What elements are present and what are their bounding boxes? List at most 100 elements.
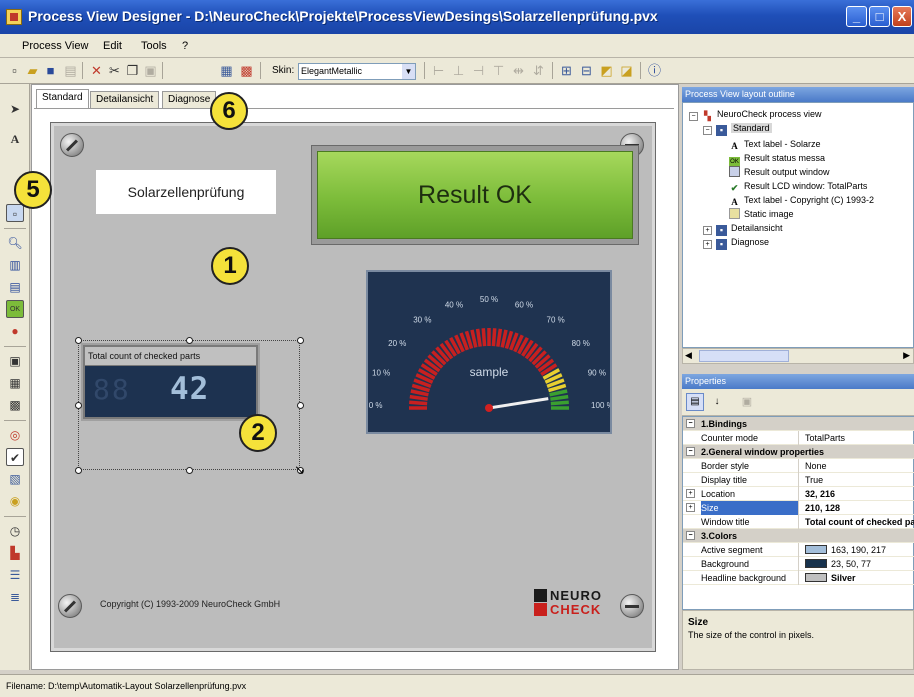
new-icon[interactable]: ▫ [6, 62, 23, 79]
scroll-left-icon[interactable]: ◀ [685, 350, 692, 361]
close-button[interactable]: X [892, 6, 912, 27]
property-value[interactable]: None [805, 459, 914, 473]
property-row[interactable]: Border style None [683, 459, 914, 473]
pointer-tool-icon[interactable]: ➤ [6, 100, 24, 118]
center-h-icon[interactable]: ⇹ [510, 62, 527, 79]
output-window-tool-icon[interactable]: ▧ [6, 470, 24, 488]
menu-help[interactable]: ? [182, 40, 188, 52]
expand-icon[interactable]: + [686, 503, 695, 512]
sort-alphabetical-icon[interactable]: ↓ [708, 393, 726, 411]
tree-item[interactable]: A Text label - Solarze [729, 137, 820, 151]
expand-icon[interactable]: + [686, 489, 695, 498]
copy-icon[interactable]: ❐ [124, 62, 141, 79]
neurocheck-logo[interactable]: NEURO CHECK [534, 588, 601, 618]
text-label-widget[interactable]: Solarzellenprüfung [96, 170, 276, 214]
tree-page-standard[interactable]: − ▪ Standard [703, 121, 772, 136]
print-icon[interactable]: ▤ [62, 62, 79, 79]
tree-page-detailansicht[interactable]: + ▪ Detailansicht [703, 221, 783, 236]
property-row[interactable]: + Location 32, 216 [683, 487, 914, 501]
property-category[interactable]: −3.Colors [683, 529, 914, 543]
property-value[interactable]: Total count of checked parts [805, 515, 914, 529]
stack-tool-icon[interactable]: ≣ [6, 588, 24, 606]
tree-item[interactable]: OK Result status messa [729, 151, 825, 168]
property-row[interactable]: Background 23, 50, 77 [683, 557, 914, 571]
result-status-tool-icon[interactable]: OK [6, 300, 24, 318]
paste-icon[interactable]: ▣ [142, 62, 159, 79]
chart-tool-icon[interactable]: ▤ [6, 278, 24, 296]
tree-item[interactable]: A Text label - Copyright (C) 1993-2 [729, 193, 874, 207]
categorized-icon[interactable]: ▤ [686, 393, 704, 411]
same-width-icon[interactable]: ⊞ [558, 62, 575, 79]
property-category[interactable]: −1.Bindings [683, 417, 914, 431]
tree-item[interactable]: ✔ Result LCD window: TotalParts [729, 179, 868, 193]
resize-handle[interactable] [297, 337, 304, 344]
align-top-icon[interactable]: ⊤ [490, 62, 507, 79]
minimize-button[interactable]: _ [846, 6, 867, 27]
property-value[interactable]: 163, 190, 217 [805, 543, 914, 557]
tab-standard[interactable]: Standard [36, 89, 89, 109]
clock-tool-icon[interactable]: ◷ [6, 522, 24, 540]
resize-handle[interactable] [186, 337, 193, 344]
property-row[interactable]: Headline background Silver [683, 571, 914, 585]
list-tool-icon[interactable]: ▦ [6, 374, 24, 392]
collapse-icon[interactable]: − [689, 112, 698, 121]
lcd-tool-icon[interactable]: ✔ [6, 448, 24, 466]
tree-root[interactable]: − ▚ NeuroCheck process view [689, 107, 822, 121]
menu-tools[interactable]: Tools [141, 40, 167, 52]
maximize-button[interactable]: □ [869, 6, 890, 27]
property-row[interactable]: Active segment 163, 190, 217 [683, 543, 914, 557]
window-tool-icon[interactable]: ▣ [6, 352, 24, 370]
histogram-tool-icon[interactable]: ▥ [6, 256, 24, 274]
center-v-icon[interactable]: ⇵ [530, 62, 547, 79]
tree-page-diagnose[interactable]: + ▪ Diagnose [703, 235, 769, 250]
property-category[interactable]: −2.General window properties [683, 445, 914, 459]
resize-handle[interactable] [75, 337, 82, 344]
barcode-tool-icon[interactable]: ▙ [6, 544, 24, 562]
align-right-icon[interactable]: ⊣ [470, 62, 487, 79]
text-tool-icon[interactable]: A [6, 130, 24, 148]
expand-icon[interactable]: + [703, 240, 712, 249]
stop-icon[interactable]: ▩ [238, 62, 255, 79]
expand-icon[interactable]: + [703, 226, 712, 235]
resize-handle[interactable] [297, 402, 304, 409]
same-height-icon[interactable]: ⊟ [578, 62, 595, 79]
result-status-widget[interactable]: Result OK [317, 151, 633, 239]
preview-icon[interactable]: ▦ [218, 62, 235, 79]
resize-handle[interactable] [75, 402, 82, 409]
property-pages-icon[interactable]: ▣ [738, 393, 756, 411]
menu-edit[interactable]: Edit [103, 40, 122, 52]
delete-icon[interactable]: ✕ [88, 62, 105, 79]
save-icon[interactable]: ■ [42, 62, 59, 79]
skin-select[interactable]: ElegantMetallic ▼ [298, 63, 416, 80]
tree-item[interactable]: Result output window [729, 165, 830, 179]
tab-detailansicht[interactable]: Detailansicht [90, 91, 160, 108]
scroll-right-icon[interactable]: ▶ [903, 350, 910, 361]
led-tool-icon[interactable]: ● [6, 322, 24, 340]
property-row[interactable]: Window title Total count of checked parts [683, 515, 914, 529]
property-row[interactable]: Display title True [683, 473, 914, 487]
collapse-icon[interactable]: − [703, 126, 712, 135]
property-value[interactable]: 23, 50, 77 [805, 557, 914, 571]
property-row[interactable]: + Size 210, 128 [683, 501, 914, 515]
property-value[interactable]: 210, 128 [805, 501, 914, 515]
collapse-icon[interactable]: − [686, 531, 695, 540]
gauge-widget[interactable]: 0 % 10 % 20 % 30 % 40 % 50 % 60 % 70 % 80 % 90 % 1… [366, 270, 612, 434]
property-row[interactable]: Counter mode TotalParts [683, 431, 914, 445]
align-left-icon[interactable]: ⊢ [430, 62, 447, 79]
property-value[interactable]: 32, 216 [805, 487, 914, 501]
property-value[interactable]: True [805, 473, 914, 487]
gauge-tool-icon[interactable]: ◉ [6, 492, 24, 510]
tab-diagnose[interactable]: Diagnose [162, 91, 217, 108]
send-back-icon[interactable]: ◪ [618, 62, 635, 79]
bring-front-icon[interactable]: ◩ [598, 62, 615, 79]
copyright-label[interactable]: Copyright (C) 1993-2009 NeuroCheck GmbH [100, 599, 280, 609]
open-icon[interactable]: ▰ [24, 62, 41, 79]
property-value[interactable]: TotalParts [805, 431, 914, 445]
cut-icon[interactable]: ✂ [106, 62, 123, 79]
tree-item[interactable]: Static image [729, 207, 794, 221]
resize-handle[interactable] [75, 467, 82, 474]
zoom-tool-icon[interactable]: 🔍︎ [6, 234, 24, 252]
menu-process-view[interactable]: Process View [22, 40, 88, 52]
scrollbar-thumb[interactable] [699, 350, 789, 362]
target-tool-icon[interactable]: ◎ [6, 426, 24, 444]
